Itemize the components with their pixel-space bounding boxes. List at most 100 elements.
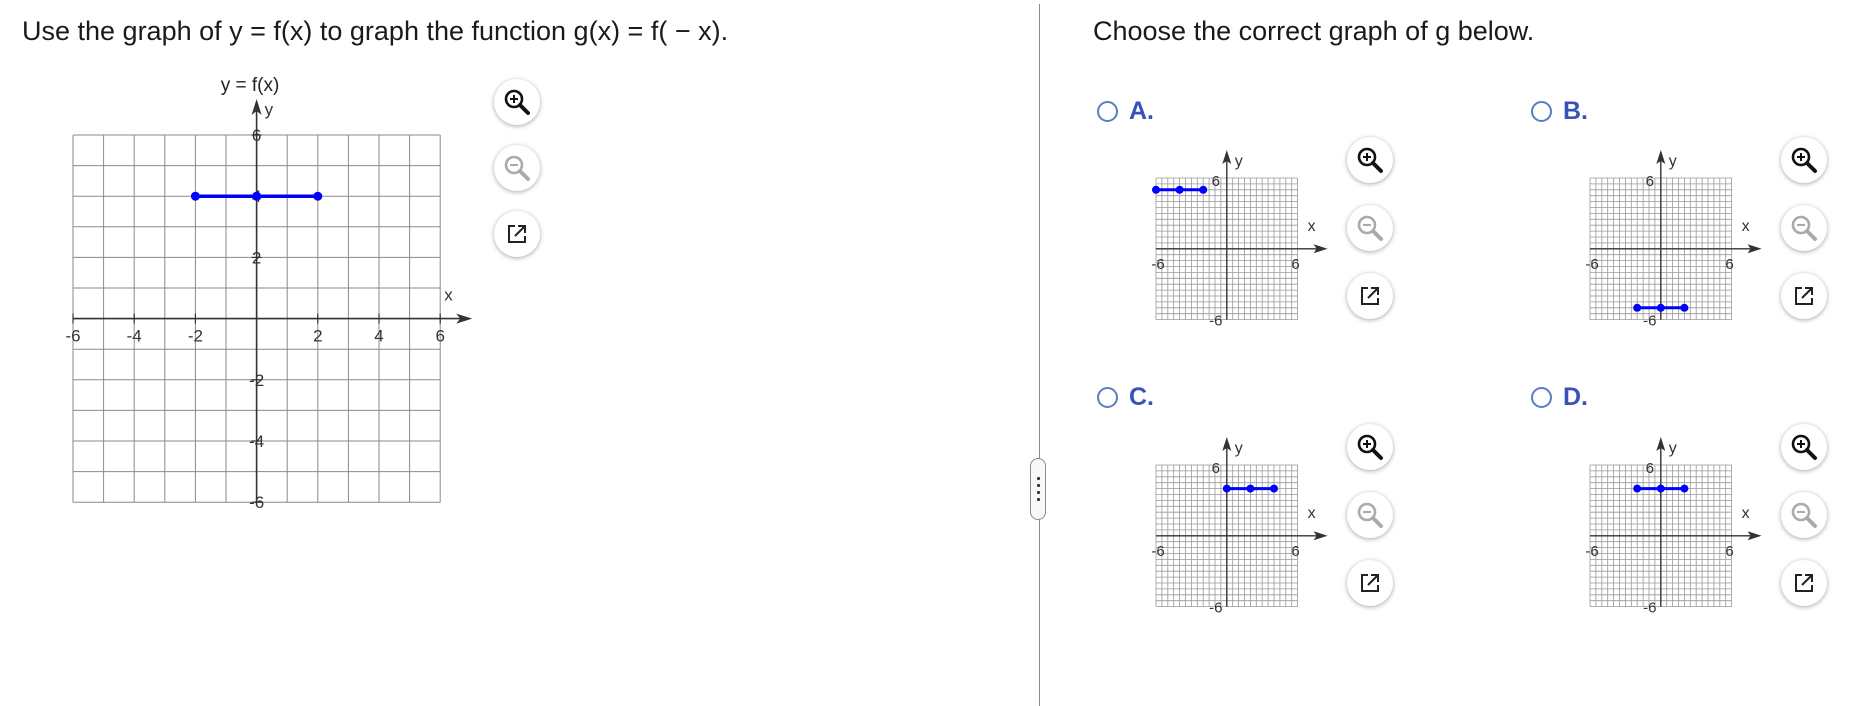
x-tick-label: 2 bbox=[313, 327, 322, 346]
zoom-in-icon bbox=[1357, 434, 1383, 460]
option-letter: B. bbox=[1563, 97, 1588, 125]
radio-button[interactable] bbox=[1531, 101, 1552, 122]
option-a-radio[interactable]: A. bbox=[1097, 97, 1154, 126]
zoom-in-button[interactable] bbox=[494, 79, 540, 125]
pane-divider bbox=[1039, 4, 1040, 706]
graph-point bbox=[1199, 185, 1208, 194]
y-tick-label: 2 bbox=[252, 248, 261, 267]
graph-point bbox=[1270, 484, 1278, 493]
function-graph: y = f(x) xy -6-4-2246642-2-4-6 bbox=[65, 75, 473, 512]
x-tick-label: 6 bbox=[1291, 543, 1299, 560]
option-a-graph: xy6-6-6 6 bbox=[1151, 150, 1328, 328]
graph-point bbox=[1680, 484, 1689, 493]
popout-icon bbox=[1361, 287, 1379, 305]
x-axis-label: x bbox=[444, 286, 453, 305]
option-a-zoom-out-button[interactable] bbox=[1347, 205, 1393, 251]
y-tick-label: -6 bbox=[1643, 600, 1656, 615]
y-tick-label: 6 bbox=[252, 126, 261, 145]
x-tick-label: -2 bbox=[188, 327, 203, 346]
y-tick-label: 6 bbox=[1646, 173, 1654, 190]
graph-axes: xy bbox=[73, 99, 473, 503]
option-c-popout-button[interactable] bbox=[1347, 560, 1393, 606]
option-b-radio[interactable]: B. bbox=[1531, 97, 1588, 126]
graph-point bbox=[1633, 484, 1642, 493]
x-axis-label: x bbox=[1308, 505, 1316, 522]
zoom-in-icon bbox=[1791, 434, 1817, 460]
graph-point bbox=[252, 191, 262, 201]
y-tick-label: -6 bbox=[1643, 313, 1656, 328]
radio-button[interactable] bbox=[1531, 387, 1552, 408]
radio-button[interactable] bbox=[1097, 101, 1118, 122]
y-tick-label: -2 bbox=[249, 371, 264, 390]
y-axis-label: y bbox=[265, 100, 274, 119]
x-tick-label: 6 bbox=[1725, 543, 1733, 560]
zoom-out-button[interactable] bbox=[494, 145, 540, 191]
x-axis-label: x bbox=[1308, 218, 1316, 235]
zoom-out-icon bbox=[1357, 502, 1383, 528]
option-a-zoom-in-button[interactable] bbox=[1347, 137, 1393, 183]
x-tick-label: -6 bbox=[1585, 256, 1598, 273]
zoom-in-icon bbox=[1791, 147, 1817, 173]
graph-point bbox=[1175, 185, 1184, 194]
y-axis-label: y bbox=[1669, 440, 1677, 457]
x-tick-label: -6 bbox=[65, 327, 80, 346]
option-letter: C. bbox=[1129, 383, 1154, 411]
x-tick-label: -6 bbox=[1151, 543, 1164, 560]
graph-point bbox=[1633, 303, 1642, 312]
x-tick-label: 4 bbox=[374, 327, 383, 346]
graph-point bbox=[1152, 185, 1160, 194]
option-c-graph: xy6-6-6 6 bbox=[1151, 437, 1328, 615]
y-tick-label: 6 bbox=[1646, 460, 1654, 477]
zoom-out-icon bbox=[1791, 502, 1817, 528]
x-axis-label: x bbox=[1742, 218, 1750, 235]
graph-point bbox=[1656, 303, 1665, 312]
graph-point bbox=[1222, 484, 1231, 493]
option-a-popout-button[interactable] bbox=[1347, 273, 1393, 319]
popout-icon bbox=[1361, 574, 1379, 592]
graph-point bbox=[1680, 303, 1689, 312]
option-d-graph: xy6-6-6 6 bbox=[1585, 437, 1762, 615]
option-letter: A. bbox=[1129, 97, 1154, 125]
option-c-zoom-in-button[interactable] bbox=[1347, 424, 1393, 470]
y-tick-label: -6 bbox=[1209, 313, 1222, 328]
zoom-out-icon bbox=[1791, 215, 1817, 241]
radio-button[interactable] bbox=[1097, 387, 1118, 408]
graph-data bbox=[190, 191, 323, 201]
graph-title: y = f(x) bbox=[221, 75, 280, 96]
y-axis-label: y bbox=[1669, 153, 1677, 170]
y-tick-label: -4 bbox=[249, 432, 264, 451]
x-axis-label: x bbox=[1742, 505, 1750, 522]
option-d-zoom-in-button[interactable] bbox=[1781, 424, 1827, 470]
x-tick-label: 6 bbox=[435, 327, 444, 346]
zoom-in-icon bbox=[504, 89, 530, 115]
popout-icon bbox=[1795, 574, 1813, 592]
x-tick-label: -6 bbox=[1585, 543, 1598, 560]
y-tick-label: -6 bbox=[1209, 600, 1222, 615]
option-c-radio[interactable]: C. bbox=[1097, 383, 1154, 412]
option-d-radio[interactable]: D. bbox=[1531, 383, 1588, 412]
x-tick-label: 6 bbox=[1725, 256, 1733, 273]
option-b-graph: xy6-6-6 6 bbox=[1585, 150, 1762, 328]
graph-point bbox=[1246, 484, 1255, 493]
graph-point bbox=[190, 191, 200, 201]
zoom-out-icon bbox=[1357, 215, 1383, 241]
option-d-popout-button[interactable] bbox=[1781, 560, 1827, 606]
option-b-popout-button[interactable] bbox=[1781, 273, 1827, 319]
question-prompt: Use the graph of y = f(x) to graph the f… bbox=[22, 16, 729, 46]
x-tick-label: -6 bbox=[1151, 256, 1164, 273]
pane-resize-handle[interactable] bbox=[1030, 458, 1046, 520]
zoom-in-icon bbox=[1357, 147, 1383, 173]
option-d-zoom-out-button[interactable] bbox=[1781, 492, 1827, 538]
option-c-zoom-out-button[interactable] bbox=[1347, 492, 1393, 538]
graph-point bbox=[313, 191, 323, 201]
option-b-zoom-in-button[interactable] bbox=[1781, 137, 1827, 183]
y-tick-label: 6 bbox=[1212, 460, 1220, 477]
x-tick-label: 6 bbox=[1291, 256, 1299, 273]
option-letter: D. bbox=[1563, 383, 1588, 411]
popout-icon bbox=[1795, 287, 1813, 305]
option-b-zoom-out-button[interactable] bbox=[1781, 205, 1827, 251]
y-axis-label: y bbox=[1235, 440, 1243, 457]
popout-button[interactable] bbox=[494, 211, 540, 257]
zoom-out-icon bbox=[504, 155, 530, 181]
answer-prompt: Choose the correct graph of g below. bbox=[1093, 16, 1535, 46]
